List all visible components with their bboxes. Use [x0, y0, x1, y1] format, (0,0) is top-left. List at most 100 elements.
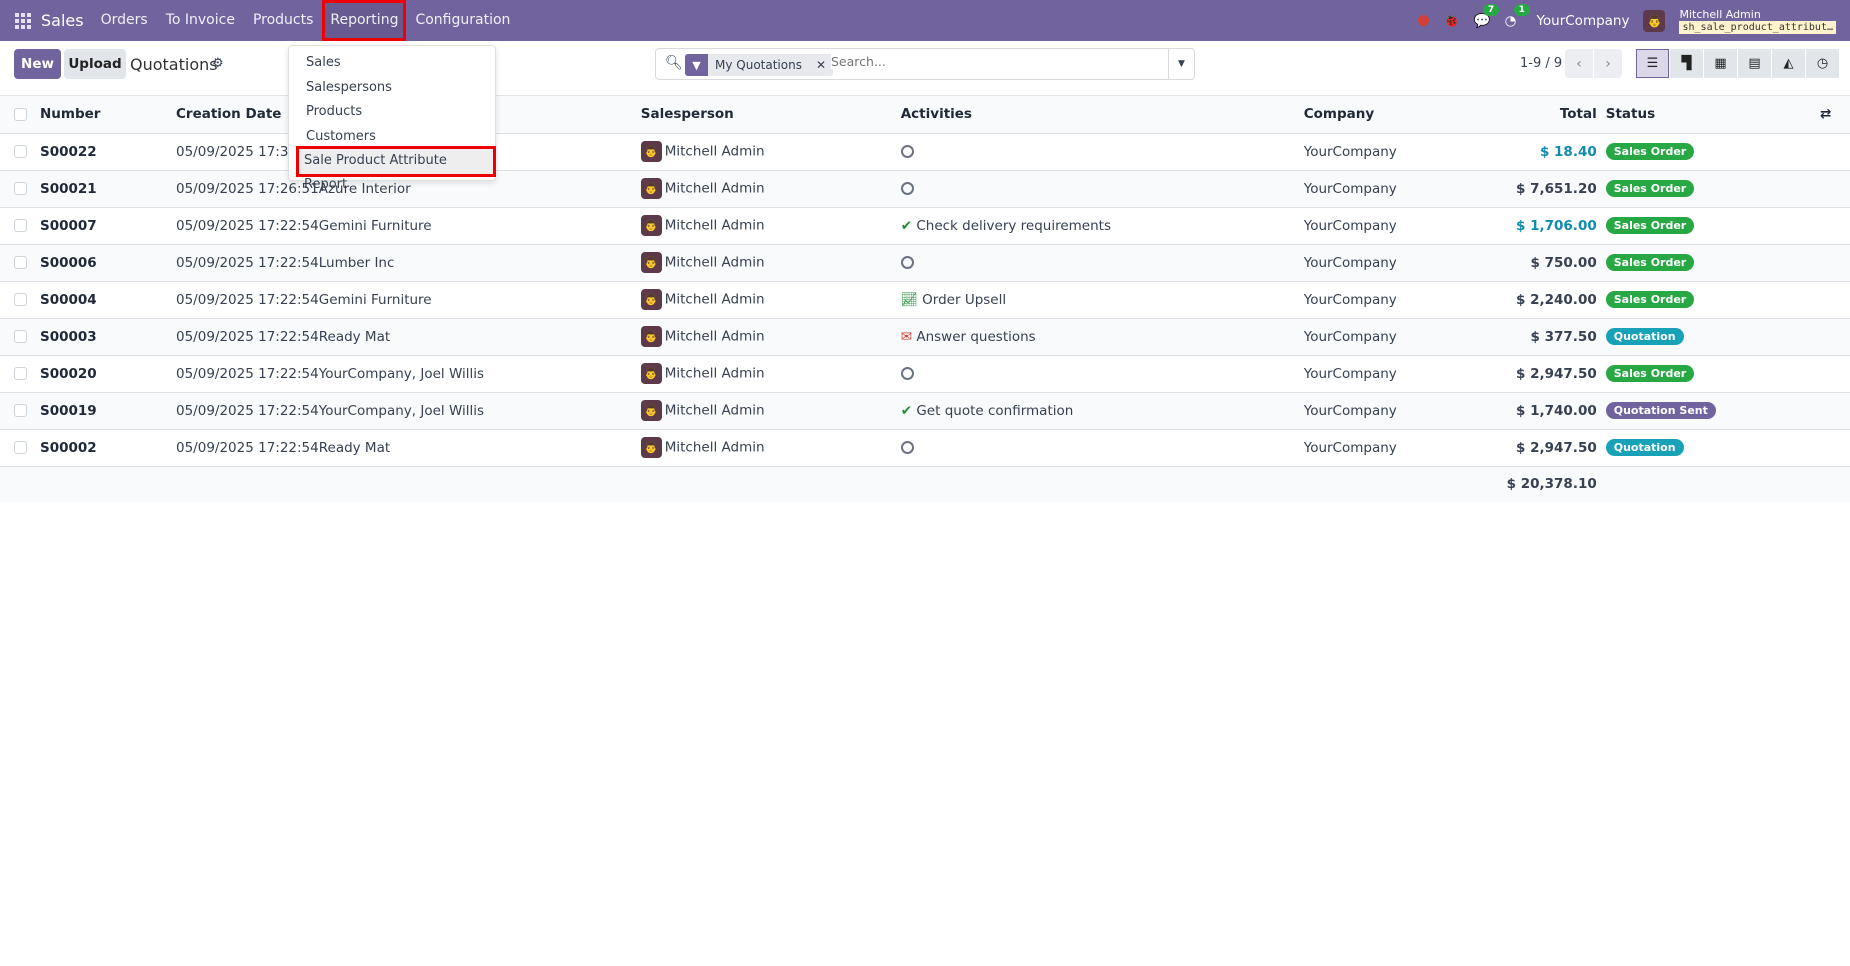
row-checkbox[interactable] [14, 293, 27, 306]
app-name[interactable]: Sales [41, 11, 84, 30]
clock-icon[interactable] [900, 256, 914, 269]
activity-clock-icon[interactable]: ◔ 1 [1505, 3, 1530, 29]
row-checkbox[interactable] [14, 182, 27, 195]
salesperson-avatar: 👨 [640, 215, 662, 236]
search-input[interactable] [831, 54, 1131, 69]
row-checkbox[interactable] [14, 145, 27, 158]
clock-icon[interactable] [900, 367, 914, 380]
menu-to-invoice[interactable]: To Invoice [157, 0, 244, 41]
customer: Gemini Furniture [318, 207, 641, 245]
search-options-toggle[interactable]: ▼ [1168, 49, 1194, 79]
user-menu[interactable]: Mitchell Admin sh_sale_product_attribut… [1679, 8, 1836, 34]
remove-facet-icon[interactable]: ✕ [809, 58, 833, 72]
reporting-sale-product-attribute-report[interactable]: Sale Product Attribute Report [296, 146, 496, 192]
reporting-products[interactable]: Products [289, 100, 495, 125]
table-row[interactable]: S00006 05/09/2025 17:22:54 Lumber Inc 👨 M… [0, 244, 1850, 282]
customer: YourCompany, Joel Willis [318, 355, 641, 393]
previous-page-button[interactable]: ‹ [1565, 49, 1593, 78]
user-avatar[interactable]: 👨 [1643, 9, 1666, 32]
quotations-table: Number Creation Date Customer Salesperso… [0, 96, 1850, 502]
app-menu-icon[interactable] [15, 12, 31, 29]
chat-icon[interactable]: 💬 7 [1474, 3, 1500, 29]
select-all-checkbox[interactable] [14, 107, 27, 121]
table-row[interactable]: S00003 05/09/2025 17:22:54 Ready Mat 👨 Mi… [0, 318, 1850, 356]
pager-value[interactable]: 1-9 / 9 [1520, 56, 1562, 71]
table-row[interactable]: S00002 05/09/2025 17:22:54 Ready Mat 👨 Mi… [0, 429, 1850, 467]
activity-summary: Check delivery requirements [916, 217, 1111, 234]
row-checkbox[interactable] [14, 441, 27, 454]
col-status[interactable]: Status [1596, 96, 1820, 134]
salesperson: Mitchell Admin [664, 254, 765, 271]
menu-configuration[interactable]: Configuration [406, 0, 519, 41]
company: YourCompany [1303, 207, 1464, 245]
user-name: Mitchell Admin [1679, 7, 1761, 21]
search-icon[interactable]: 🔍︎ [665, 55, 683, 71]
calendar-view-button[interactable]: ▦ [1704, 49, 1737, 78]
customer: YourCompany, Joel Willis [318, 392, 641, 430]
list-view-button[interactable]: ☰ [1636, 49, 1669, 78]
activity-view-button[interactable]: ◷ [1806, 49, 1839, 78]
company: YourCompany [1303, 392, 1464, 430]
status-badge: Sales Order [1605, 365, 1695, 382]
creation-date: 05/09/2025 17:22:54 [176, 355, 319, 393]
top-navbar: Sales Orders To Invoice Products Reporti… [0, 0, 1850, 41]
facet-label: My Quotations [715, 58, 802, 72]
menu-products[interactable]: Products [244, 0, 322, 41]
order-number: S00019 [40, 392, 176, 430]
clock-icon[interactable] [900, 441, 914, 454]
kanban-view-button[interactable]: ▜ [1670, 49, 1703, 78]
envelope-icon[interactable]: ✉ [901, 329, 912, 345]
check-icon[interactable]: ✔ [901, 403, 912, 419]
bug-icon[interactable]: 🐞 [1443, 13, 1460, 29]
table-row[interactable]: S00007 05/09/2025 17:22:54 Gemini Furnit… [0, 207, 1850, 245]
order-number: S00022 [40, 133, 176, 171]
row-checkbox[interactable] [14, 256, 27, 269]
optional-columns-icon[interactable]: ⇄ [1820, 96, 1850, 134]
col-company[interactable]: Company [1303, 96, 1464, 134]
col-activities[interactable]: Activities [900, 96, 1304, 134]
salesperson: Mitchell Admin [664, 291, 765, 308]
company: YourCompany [1303, 281, 1464, 319]
table-row[interactable]: S00004 05/09/2025 17:22:54 Gemini Furnit… [0, 281, 1850, 319]
upload-button[interactable]: Upload [64, 49, 126, 79]
table-row[interactable]: S00020 05/09/2025 17:22:54 YourCompany, … [0, 355, 1850, 393]
salesperson: Mitchell Admin [664, 402, 765, 419]
clock-icon[interactable] [900, 182, 914, 195]
row-checkbox[interactable] [14, 219, 27, 232]
activity-count: 1 [1513, 3, 1530, 16]
company-switcher[interactable]: YourCompany [1536, 13, 1629, 29]
total: $ 1,706.00 [1463, 207, 1597, 245]
check-icon[interactable]: ✔ [901, 218, 912, 234]
row-checkbox[interactable] [14, 330, 27, 343]
next-page-button[interactable]: › [1594, 49, 1622, 78]
status-badge: Sales Order [1605, 217, 1695, 234]
totals-row: $ 20,378.10 [0, 466, 1850, 502]
row-checkbox[interactable] [14, 404, 27, 417]
graph-view-button[interactable]: ◭ [1772, 49, 1805, 78]
new-button[interactable]: New [14, 49, 61, 79]
grand-total: $ 20,378.10 [1463, 466, 1597, 502]
salesperson: Mitchell Admin [664, 439, 765, 456]
total: $ 18.40 [1463, 133, 1597, 171]
gear-icon[interactable]: ⚙ [212, 56, 224, 71]
menu-reporting[interactable]: Reporting [322, 0, 407, 41]
table-row[interactable]: S00022 05/09/2025 17:36:31 Azure Interio… [0, 133, 1850, 171]
clock-icon[interactable] [900, 145, 914, 158]
col-number[interactable]: Number [40, 96, 176, 134]
record-icon[interactable] [1418, 15, 1430, 26]
table-row[interactable]: S00021 05/09/2025 17:26:51 Azure Interio… [0, 170, 1850, 208]
total: $ 1,740.00 [1463, 392, 1597, 430]
col-total[interactable]: Total [1463, 96, 1597, 134]
reporting-salespersons[interactable]: Salespersons [289, 76, 495, 101]
table-row[interactable]: S00019 05/09/2025 17:22:54 YourCompany, … [0, 392, 1850, 430]
status-badge: Sales Order [1605, 254, 1695, 271]
menu-orders[interactable]: Orders [92, 0, 157, 41]
reporting-sales[interactable]: Sales [289, 51, 495, 76]
chart-line-icon[interactable]: 📈︎ [901, 292, 918, 308]
company: YourCompany [1303, 318, 1464, 356]
row-checkbox[interactable] [14, 367, 27, 380]
reporting-customers[interactable]: Customers [289, 125, 495, 150]
col-salesperson[interactable]: Salesperson [640, 96, 901, 134]
total: $ 2,240.00 [1463, 281, 1597, 319]
pivot-view-button[interactable]: ▤ [1738, 49, 1771, 78]
